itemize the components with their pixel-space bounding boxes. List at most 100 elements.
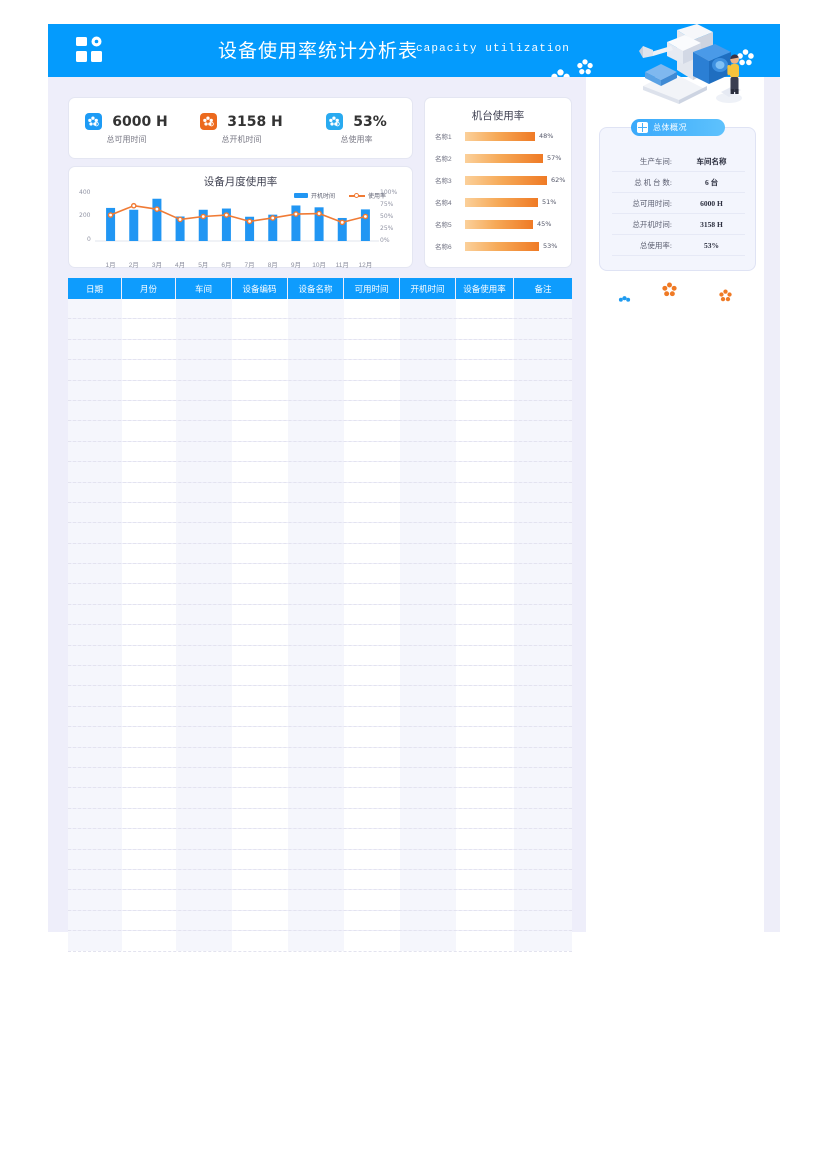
table-cell[interactable] [400, 462, 456, 482]
table-cell[interactable] [400, 625, 456, 645]
table-cell[interactable] [344, 829, 400, 849]
table-column-header[interactable]: 月份 [122, 278, 176, 299]
table-row[interactable] [68, 727, 572, 748]
table-cell[interactable] [456, 625, 514, 645]
table-cell[interactable] [344, 604, 400, 625]
table-cell[interactable] [232, 706, 288, 727]
table-cell[interactable] [68, 625, 122, 645]
table-cell[interactable] [68, 523, 122, 543]
table-cell[interactable] [400, 910, 456, 931]
table-cell[interactable] [176, 441, 232, 462]
table-cell[interactable] [232, 502, 288, 523]
table-cell[interactable] [68, 604, 122, 625]
table-cell[interactable] [344, 299, 400, 319]
table-cell[interactable] [288, 400, 344, 421]
table-cell[interactable] [400, 706, 456, 727]
table-cell[interactable] [514, 319, 572, 339]
table-cell[interactable] [68, 421, 122, 441]
table-row[interactable] [68, 380, 572, 401]
table-cell[interactable] [514, 686, 572, 706]
table-cell[interactable] [232, 686, 288, 706]
table-cell[interactable] [344, 625, 400, 645]
table-cell[interactable] [122, 686, 176, 706]
table-row[interactable] [68, 604, 572, 626]
table-column-header[interactable]: 日期 [68, 278, 122, 299]
table-cell[interactable] [176, 849, 232, 869]
table-cell[interactable] [400, 869, 456, 890]
table-cell[interactable] [456, 747, 514, 767]
table-cell[interactable] [456, 299, 514, 319]
table-cell[interactable] [122, 543, 176, 564]
table-cell[interactable] [122, 299, 176, 319]
table-row[interactable] [68, 441, 572, 463]
table-cell[interactable] [514, 829, 572, 849]
table-cell[interactable] [176, 319, 232, 339]
table-cell[interactable] [344, 441, 400, 462]
table-cell[interactable] [232, 808, 288, 829]
table-cell[interactable] [176, 299, 232, 319]
table-cell[interactable] [176, 645, 232, 666]
table-cell[interactable] [176, 380, 232, 400]
table-cell[interactable] [400, 523, 456, 543]
table-column-header[interactable]: 设备编码 [232, 278, 288, 299]
table-row[interactable] [68, 931, 572, 952]
table-cell[interactable] [288, 829, 344, 849]
table-cell[interactable] [122, 910, 176, 931]
table-column-header[interactable]: 可用时间 [344, 278, 400, 299]
table-cell[interactable] [514, 931, 572, 951]
table-cell[interactable] [288, 625, 344, 645]
table-cell[interactable] [288, 604, 344, 625]
table-cell[interactable] [456, 523, 514, 543]
table-cell[interactable] [176, 523, 232, 543]
table-cell[interactable] [344, 849, 400, 869]
table-row[interactable] [68, 462, 572, 483]
table-cell[interactable] [122, 808, 176, 829]
table-cell[interactable] [514, 482, 572, 502]
table-cell[interactable] [122, 584, 176, 604]
table-cell[interactable] [122, 666, 176, 686]
table-cell[interactable] [122, 564, 176, 584]
table-cell[interactable] [176, 502, 232, 523]
table-cell[interactable] [122, 604, 176, 625]
table-cell[interactable] [122, 502, 176, 523]
table-cell[interactable] [232, 319, 288, 339]
table-cell[interactable] [514, 910, 572, 931]
table-cell[interactable] [176, 727, 232, 747]
table-cell[interactable] [68, 400, 122, 421]
table-cell[interactable] [400, 584, 456, 604]
table-cell[interactable] [514, 890, 572, 910]
table-cell[interactable] [232, 910, 288, 931]
table-cell[interactable] [400, 339, 456, 360]
table-row[interactable] [68, 910, 572, 932]
table-cell[interactable] [456, 421, 514, 441]
table-cell[interactable] [456, 400, 514, 421]
table-cell[interactable] [176, 584, 232, 604]
table-cell[interactable] [232, 604, 288, 625]
table-cell[interactable] [344, 931, 400, 951]
table-cell[interactable] [288, 462, 344, 482]
table-cell[interactable] [344, 727, 400, 747]
table-cell[interactable] [288, 645, 344, 666]
table-cell[interactable] [232, 767, 288, 788]
table-cell[interactable] [176, 869, 232, 890]
table-cell[interactable] [456, 706, 514, 727]
table-cell[interactable] [456, 666, 514, 686]
table-cell[interactable] [456, 584, 514, 604]
table-cell[interactable] [288, 910, 344, 931]
table-cell[interactable] [122, 625, 176, 645]
table-cell[interactable] [176, 339, 232, 360]
table-row[interactable] [68, 482, 572, 503]
table-cell[interactable] [400, 808, 456, 829]
table-cell[interactable] [344, 666, 400, 686]
table-cell[interactable] [288, 421, 344, 441]
table-cell[interactable] [400, 299, 456, 319]
table-column-header[interactable]: 设备名称 [288, 278, 344, 299]
table-cell[interactable] [344, 808, 400, 829]
table-cell[interactable] [344, 869, 400, 890]
table-cell[interactable] [400, 890, 456, 910]
table-row[interactable] [68, 339, 572, 361]
table-cell[interactable] [344, 543, 400, 564]
table-cell[interactable] [456, 441, 514, 462]
table-cell[interactable] [456, 604, 514, 625]
table-cell[interactable] [232, 523, 288, 543]
